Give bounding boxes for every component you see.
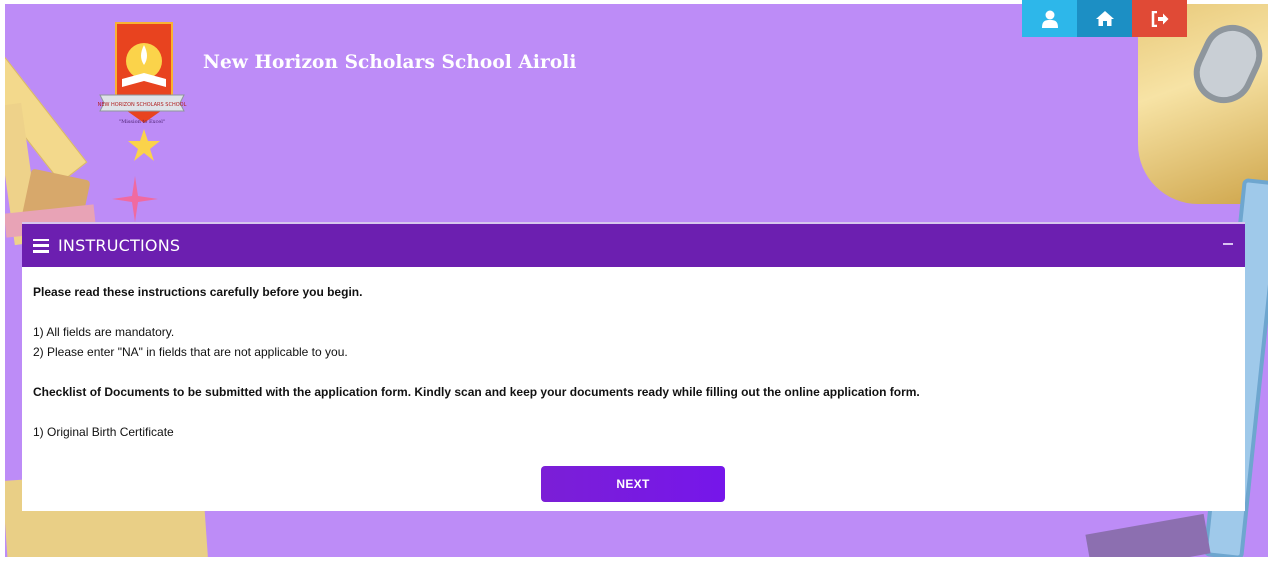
logo-motto: "Mission to Excel" bbox=[119, 119, 165, 125]
profile-button[interactable] bbox=[1022, 0, 1077, 37]
decorative-pen bbox=[1085, 513, 1211, 557]
menu-icon bbox=[33, 238, 49, 253]
top-action-buttons bbox=[1022, 0, 1187, 37]
decorative-star-icon bbox=[112, 176, 158, 222]
instructions-body: Please read these instructions carefully… bbox=[22, 267, 1245, 442]
collapse-button[interactable] bbox=[1223, 243, 1233, 245]
logout-button[interactable] bbox=[1132, 0, 1187, 37]
school-name: New Horizon Scholars School Airoli bbox=[203, 52, 577, 73]
next-button[interactable]: NEXT bbox=[541, 466, 725, 502]
logout-icon bbox=[1151, 10, 1168, 27]
rule-item: 1) All fields are mandatory. bbox=[33, 325, 175, 339]
logo-banner-text: NEW HORIZON SCHOLARS SCHOOL bbox=[98, 102, 187, 108]
instructions-panel: INSTRUCTIONS Please read these instructi… bbox=[22, 222, 1245, 511]
user-icon bbox=[1041, 10, 1058, 28]
panel-title: INSTRUCTIONS bbox=[58, 236, 181, 255]
instructions-header: INSTRUCTIONS bbox=[22, 222, 1245, 267]
instructions-intro: Please read these instructions carefully… bbox=[33, 285, 363, 299]
home-button[interactable] bbox=[1077, 0, 1132, 37]
school-logo: NEW HORIZON SCHOLARS SCHOOL "Mission to … bbox=[98, 22, 187, 161]
home-icon bbox=[1095, 11, 1114, 26]
rule-item: 2) Please enter "NA" in fields that are … bbox=[33, 345, 348, 359]
document-item: 1) Original Birth Certificate bbox=[33, 425, 174, 439]
checklist-heading: Checklist of Documents to be submitted w… bbox=[33, 385, 920, 399]
